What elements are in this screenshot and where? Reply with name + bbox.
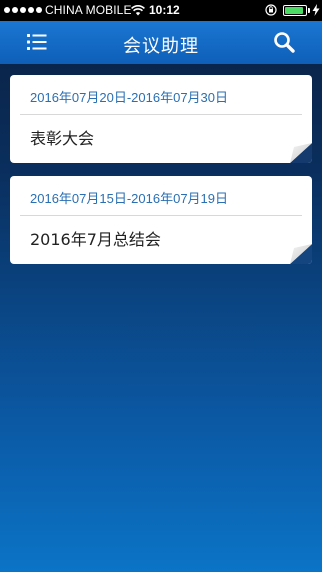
card-divider bbox=[20, 215, 302, 216]
rotation-lock-icon bbox=[265, 4, 277, 16]
page-curl-icon bbox=[290, 143, 312, 163]
status-bar: CHINA MOBILE 10:12 bbox=[0, 0, 322, 21]
meeting-card[interactable]: 2016年07月20日-2016年07月30日 表彰大会 bbox=[10, 75, 312, 163]
wifi-icon bbox=[131, 5, 145, 16]
meeting-date-range: 2016年07月15日-2016年07月19日 bbox=[30, 191, 229, 206]
battery-icon bbox=[283, 5, 307, 16]
app-screen: CHINA MOBILE 10:12 会议助理 2016年07月20日-2016… bbox=[0, 0, 322, 572]
carrier-name: CHINA MOBILE bbox=[45, 3, 132, 17]
meeting-card[interactable]: 2016年07月15日-2016年07月19日 2016年7月总结会 bbox=[10, 176, 312, 264]
card-divider bbox=[20, 114, 302, 115]
signal-strength-icon bbox=[4, 7, 42, 13]
status-time: 10:12 bbox=[149, 3, 180, 17]
battery-tip bbox=[308, 8, 310, 13]
search-icon[interactable] bbox=[273, 31, 295, 53]
meeting-date-range: 2016年07月20日-2016年07月30日 bbox=[30, 90, 229, 105]
page-curl-icon bbox=[290, 244, 312, 264]
charging-bolt-icon bbox=[312, 4, 320, 16]
meeting-title: 表彰大会 bbox=[30, 129, 95, 148]
battery-level bbox=[285, 7, 303, 14]
meeting-title: 2016年7月总结会 bbox=[30, 230, 161, 249]
navigation-bar: 会议助理 bbox=[0, 21, 322, 64]
